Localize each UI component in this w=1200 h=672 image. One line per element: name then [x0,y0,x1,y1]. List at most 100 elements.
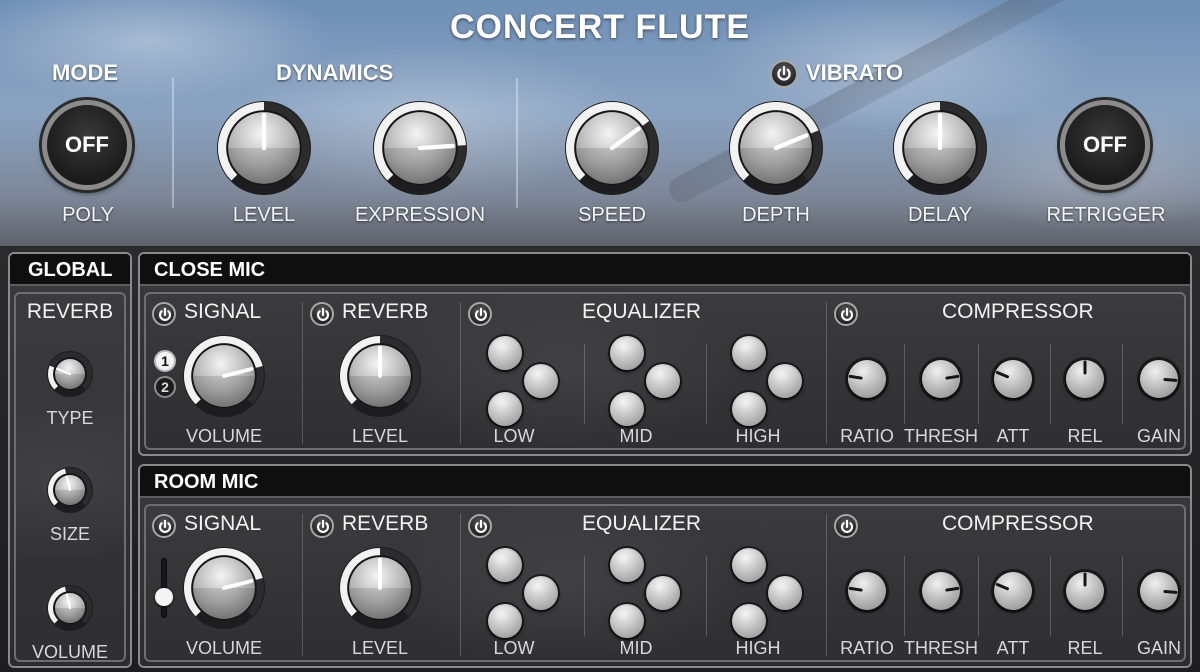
room-mic-eq-low-q-knob[interactable] [488,604,522,638]
room-mic-signal-volume-knob[interactable] [182,546,266,630]
close-mic-eq-low-gain-knob[interactable] [488,336,522,370]
room-mic-eq-mid-gain-knob[interactable] [610,548,644,582]
close-mic-eq-high-freq-knob[interactable] [768,364,802,398]
room-mic-eq-mid-caption: MID [619,638,653,658]
room-mic-eq-label: EQUALIZER [582,512,702,535]
room-mic-eq-high-q-knob[interactable] [732,604,766,638]
type-caption: TYPE [46,408,94,428]
close-mic-reverb-level-knob[interactable] [338,334,422,418]
knob-pointer [945,374,960,380]
vibrato-delay-knob[interactable] [892,100,988,196]
reverb-type-knob[interactable] [46,350,94,398]
divider [172,78,174,208]
dynamics-level-knob[interactable] [216,100,312,196]
close-mic-comp-thresh-knob[interactable] [922,360,960,398]
room-mic-comp-rel-knob[interactable] [1066,572,1104,610]
close-mic-eq-label: EQUALIZER [582,300,702,323]
room-mic-eq-high-caption: HIGH [735,638,781,658]
divider [460,514,461,656]
dynamics-expression-knob[interactable] [372,100,468,196]
knob-pointer [995,370,1009,379]
size-caption: SIZE [49,524,90,544]
close-mic-comp-ratio-caption: RATIO [840,426,894,446]
mode-caption: POLY [62,204,114,226]
room-mic-comp-power-icon[interactable] [834,514,858,538]
close-mic-eq-high-q-knob[interactable] [732,392,766,426]
close-mic-eq-mid-freq-knob[interactable] [646,364,680,398]
room-mic-reverb-level-knob[interactable] [338,546,422,630]
room-mic-comp-ratio-caption: RATIO [840,638,894,658]
close-mic-eq-power-icon[interactable] [468,302,492,326]
vibrato-speed-knob[interactable] [564,100,660,196]
close-mic-panel: CLOSE MIC SIGNAL 1 2 VOLUME REVERB LEVEL EQUAL… [138,252,1192,456]
reverb-volume-knob[interactable] [46,584,94,632]
room-mic-signal-power-icon[interactable] [152,514,176,538]
room-mic-eq-mid-q-knob[interactable] [610,604,644,638]
close-mic-comp-att-knob[interactable] [994,360,1032,398]
expression-caption: EXPRESSION [354,204,486,226]
divider [706,556,707,636]
room-mic-comp-gain-knob[interactable] [1140,572,1178,610]
close-mic-eq-mid-q-knob[interactable] [610,392,644,426]
retrigger-off-button[interactable]: OFF [1060,100,1150,190]
close-mic-comp-rel-caption: REL [1067,426,1103,446]
room-mic-reverb-power-icon[interactable] [310,514,334,538]
room-mic-comp-thresh-knob[interactable] [922,572,960,610]
divider [978,344,979,424]
room-mic-comp-att-knob[interactable] [994,572,1032,610]
close-mic-selector-2[interactable]: 2 [154,376,176,398]
close-mic-comp-ratio-knob[interactable] [848,360,886,398]
divider [826,302,827,444]
global-volume-caption: VOLUME [31,642,109,662]
room-mic-eq-low-freq-knob[interactable] [524,576,558,610]
divider [302,302,303,444]
close-mic-comp-power-icon[interactable] [834,302,858,326]
close-mic-eq-low-q-knob[interactable] [488,392,522,426]
divider [706,344,707,424]
room-mic-slider-thumb[interactable] [155,588,173,606]
room-mic-eq-high-gain-knob[interactable] [732,548,766,582]
room-mic-eq-power-icon[interactable] [468,514,492,538]
close-mic-comp-rel-knob[interactable] [1066,360,1104,398]
divider [1122,556,1123,636]
divider [826,514,827,656]
close-mic-level-caption: LEVEL [351,426,409,446]
close-mic-comp-gain-caption: GAIN [1136,426,1181,446]
close-mic-body: SIGNAL 1 2 VOLUME REVERB LEVEL EQUALIZER LOW MID… [144,292,1186,450]
close-mic-comp-thresh-caption: THRESH [903,426,978,446]
depth-caption: DEPTH [742,204,810,226]
room-mic-eq-mid-freq-knob[interactable] [646,576,680,610]
global-panel: GLOBAL REVERB TYPE SIZE VOLUME [8,252,132,668]
room-mic-comp-att-caption: ATT [996,638,1030,658]
knob-pointer [995,582,1009,591]
divider [978,556,979,636]
close-mic-eq-high-caption: HIGH [735,426,781,446]
close-mic-signal-power-icon[interactable] [152,302,176,326]
close-mic-selector-1[interactable]: 1 [154,350,176,372]
level-caption: LEVEL [232,204,296,226]
delay-caption: DELAY [907,204,973,226]
room-mic-comp-ratio-knob[interactable] [848,572,886,610]
room-mic-eq-high-freq-knob[interactable] [768,576,802,610]
room-mic-body: SIGNAL VOLUME REVERB LEVEL EQUALIZER LOW MID HI… [144,504,1186,662]
divider [904,344,905,424]
knob-pointer [848,586,863,592]
room-mic-comp-label: COMPRESSOR [942,512,1094,535]
reverb-size-knob[interactable] [46,466,94,514]
close-mic-signal-volume-knob[interactable] [182,334,266,418]
room-mic-comp-gain-caption: GAIN [1136,638,1181,658]
vibrato-depth-knob[interactable] [728,100,824,196]
close-mic-eq-high-gain-knob[interactable] [732,336,766,370]
vibrato-power-icon[interactable] [770,60,798,88]
close-mic-eq-mid-gain-knob[interactable] [610,336,644,370]
close-mic-eq-low-freq-knob[interactable] [524,364,558,398]
vibrato-label: VIBRATO [806,60,903,85]
room-mic-title: ROOM MIC [140,466,1190,498]
close-mic-reverb-power-icon[interactable] [310,302,334,326]
retrigger-caption: RETRIGGER [1046,204,1166,226]
mode-off-button[interactable]: OFF [42,100,132,190]
global-body: REVERB TYPE SIZE VOLUME [14,292,126,662]
close-mic-comp-gain-knob[interactable] [1140,360,1178,398]
close-mic-reverb-label: REVERB [342,300,429,323]
room-mic-eq-low-gain-knob[interactable] [488,548,522,582]
